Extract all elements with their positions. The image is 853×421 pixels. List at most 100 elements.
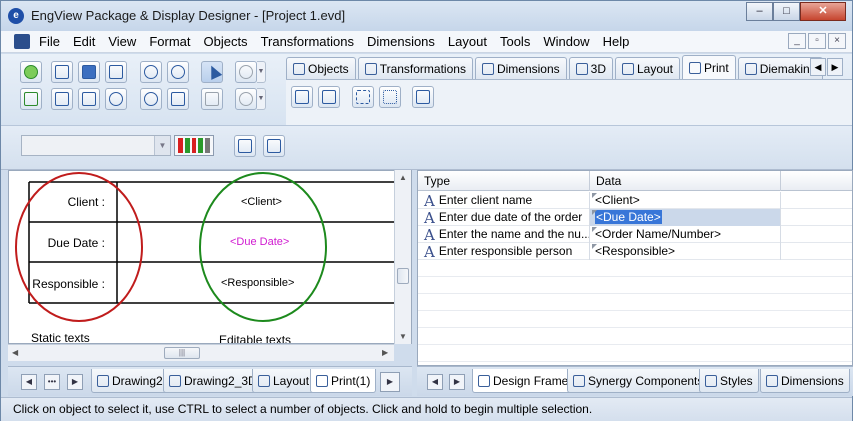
tab-styles[interactable]: Styles: [699, 369, 759, 393]
refresh-button[interactable]: [105, 88, 127, 110]
tab-3d[interactable]: 3D: [568, 57, 613, 79]
tab-layout[interactable]: Layout: [614, 57, 681, 79]
horizontal-scroll-thumb[interactable]: |||: [164, 347, 200, 359]
client-label[interactable]: Client :: [68, 195, 105, 209]
tab-synergy-components[interactable]: Synergy Components: [567, 369, 710, 393]
zoom-out-button[interactable]: [167, 88, 189, 110]
distribute-button[interactable]: [263, 135, 285, 157]
color-palette-button[interactable]: [174, 135, 214, 156]
tab-dimensions-bottom[interactable]: Dimensions: [760, 369, 850, 393]
menu-view[interactable]: View: [108, 34, 136, 49]
print-export-button[interactable]: [318, 86, 340, 108]
scroll-right-icon[interactable]: ▶: [382, 348, 388, 357]
panel-tabs-prev-button[interactable]: ◀: [427, 374, 443, 390]
menu-transformations[interactable]: Transformations: [261, 34, 354, 49]
undo-dropdown[interactable]: ▼: [257, 61, 266, 83]
scroll-tabs-right-button[interactable]: ▶: [380, 372, 400, 392]
print-button[interactable]: [51, 88, 73, 110]
tab-print-1[interactable]: Print(1): [310, 369, 377, 393]
edit-button[interactable]: [20, 88, 42, 110]
close-button[interactable]: ✕: [800, 2, 846, 21]
scroll-down-icon[interactable]: ▼: [399, 332, 407, 341]
frame-fit-button[interactable]: [379, 86, 401, 108]
align-button[interactable]: [234, 135, 256, 157]
tab-dimensions[interactable]: Dimensions: [474, 57, 567, 79]
menu-dimensions[interactable]: Dimensions: [367, 34, 435, 49]
drawing-horizontal-scrollbar[interactable]: ◀ ||| ▶: [8, 344, 394, 361]
maximize-button[interactable]: □: [773, 2, 800, 21]
next-tab-button[interactable]: ▶: [67, 374, 83, 390]
zoom-in-button[interactable]: [167, 61, 189, 83]
style-combo[interactable]: ▼: [21, 135, 171, 156]
table-row[interactable]: A Enter due date of the order <Due Date>: [418, 209, 852, 226]
first-tab-button[interactable]: ◀: [21, 374, 37, 390]
mdi-minimize-button[interactable]: _: [788, 33, 806, 49]
menu-format[interactable]: Format: [149, 34, 190, 49]
table-button[interactable]: [412, 86, 434, 108]
menu-help[interactable]: Help: [603, 34, 630, 49]
ribbon-tabs: Objects Transformations Dimensions 3D La…: [286, 55, 825, 80]
data-cell[interactable]: <Client>: [590, 192, 781, 209]
tab-drawing2[interactable]: Drawing2: [91, 369, 169, 393]
data-cell[interactable]: <Order Name/Number>: [590, 226, 781, 243]
chevron-down-icon[interactable]: ▼: [154, 136, 170, 155]
print-preview-button[interactable]: [78, 88, 100, 110]
list-icon: [205, 92, 219, 106]
menu-tools[interactable]: Tools: [500, 34, 530, 49]
tab-print[interactable]: Print: [682, 55, 736, 80]
data-cell-selected[interactable]: <Due Date>: [590, 209, 781, 226]
drawing-canvas[interactable]: Client : Due Date : Responsible : <Clien…: [8, 170, 412, 344]
frame-select-button[interactable]: [352, 86, 374, 108]
tab-drawing2-3d[interactable]: Drawing2_3D: [163, 369, 263, 393]
menu-objects[interactable]: Objects: [203, 34, 247, 49]
tab-scroll-right-button[interactable]: ▶: [827, 58, 843, 76]
redo-dropdown[interactable]: ▼: [257, 88, 266, 110]
drawing-vertical-scrollbar[interactable]: ▲ ▼: [394, 170, 411, 344]
menu-file[interactable]: File: [39, 34, 60, 49]
data-cell[interactable]: <Responsible>: [590, 243, 781, 260]
due-date-editable-text[interactable]: <Due Date>: [230, 236, 289, 248]
minimize-button[interactable]: ‒: [746, 2, 773, 21]
drawing-icon: [97, 374, 109, 387]
document-icon[interactable]: [14, 34, 30, 49]
tab-objects[interactable]: Objects: [286, 57, 356, 79]
grid-view-button[interactable]: [201, 88, 223, 110]
tab-design-frame[interactable]: Design Frame: [472, 369, 575, 393]
app-window: e EngView Package & Display Designer - […: [0, 0, 853, 421]
menu-window[interactable]: Window: [543, 34, 589, 49]
print-page-button[interactable]: [291, 86, 313, 108]
tab-layout-bottom[interactable]: Layout: [252, 369, 316, 393]
new-file-button[interactable]: [51, 61, 73, 83]
responsible-label[interactable]: Responsible :: [32, 277, 105, 291]
scroll-left-icon[interactable]: ◀: [12, 348, 18, 357]
save-button[interactable]: [105, 61, 127, 83]
tab-list-button[interactable]: •••: [44, 374, 60, 390]
app-logo-icon[interactable]: e: [8, 8, 24, 24]
menu-edit[interactable]: Edit: [73, 34, 95, 49]
redo-button[interactable]: [235, 88, 257, 110]
design-frame-icon: [478, 374, 490, 387]
due-date-label[interactable]: Due Date :: [48, 236, 105, 250]
tab-transformations[interactable]: Transformations: [357, 57, 473, 79]
table-row[interactable]: A Enter responsible person <Responsible>: [418, 243, 852, 260]
responsible-editable-text[interactable]: <Responsible>: [221, 277, 294, 289]
menu-layout[interactable]: Layout: [448, 34, 487, 49]
zoom-fit-button[interactable]: [140, 88, 162, 110]
mdi-close-button[interactable]: ×: [828, 33, 846, 49]
column-header-data[interactable]: Data: [590, 171, 781, 191]
home-button[interactable]: [20, 61, 42, 83]
open-button[interactable]: [78, 61, 100, 83]
select-tool-button[interactable]: [201, 61, 223, 83]
scroll-up-icon[interactable]: ▲: [399, 173, 407, 182]
table-row[interactable]: A Enter client name <Client>: [418, 192, 852, 209]
zoom-button[interactable]: [140, 61, 162, 83]
undo-button[interactable]: [235, 61, 257, 83]
mdi-restore-button[interactable]: ▫: [808, 33, 826, 49]
text-type-icon: A: [424, 243, 435, 260]
vertical-scroll-thumb[interactable]: [397, 268, 409, 284]
tab-scroll-left-button[interactable]: ◀: [810, 58, 826, 76]
panel-tabs-next-button[interactable]: ▶: [449, 374, 465, 390]
column-header-type[interactable]: Type: [418, 171, 590, 191]
client-editable-text[interactable]: <Client>: [241, 196, 282, 208]
table-row[interactable]: A Enter the name and the nu... <Order Nam…: [418, 226, 852, 243]
